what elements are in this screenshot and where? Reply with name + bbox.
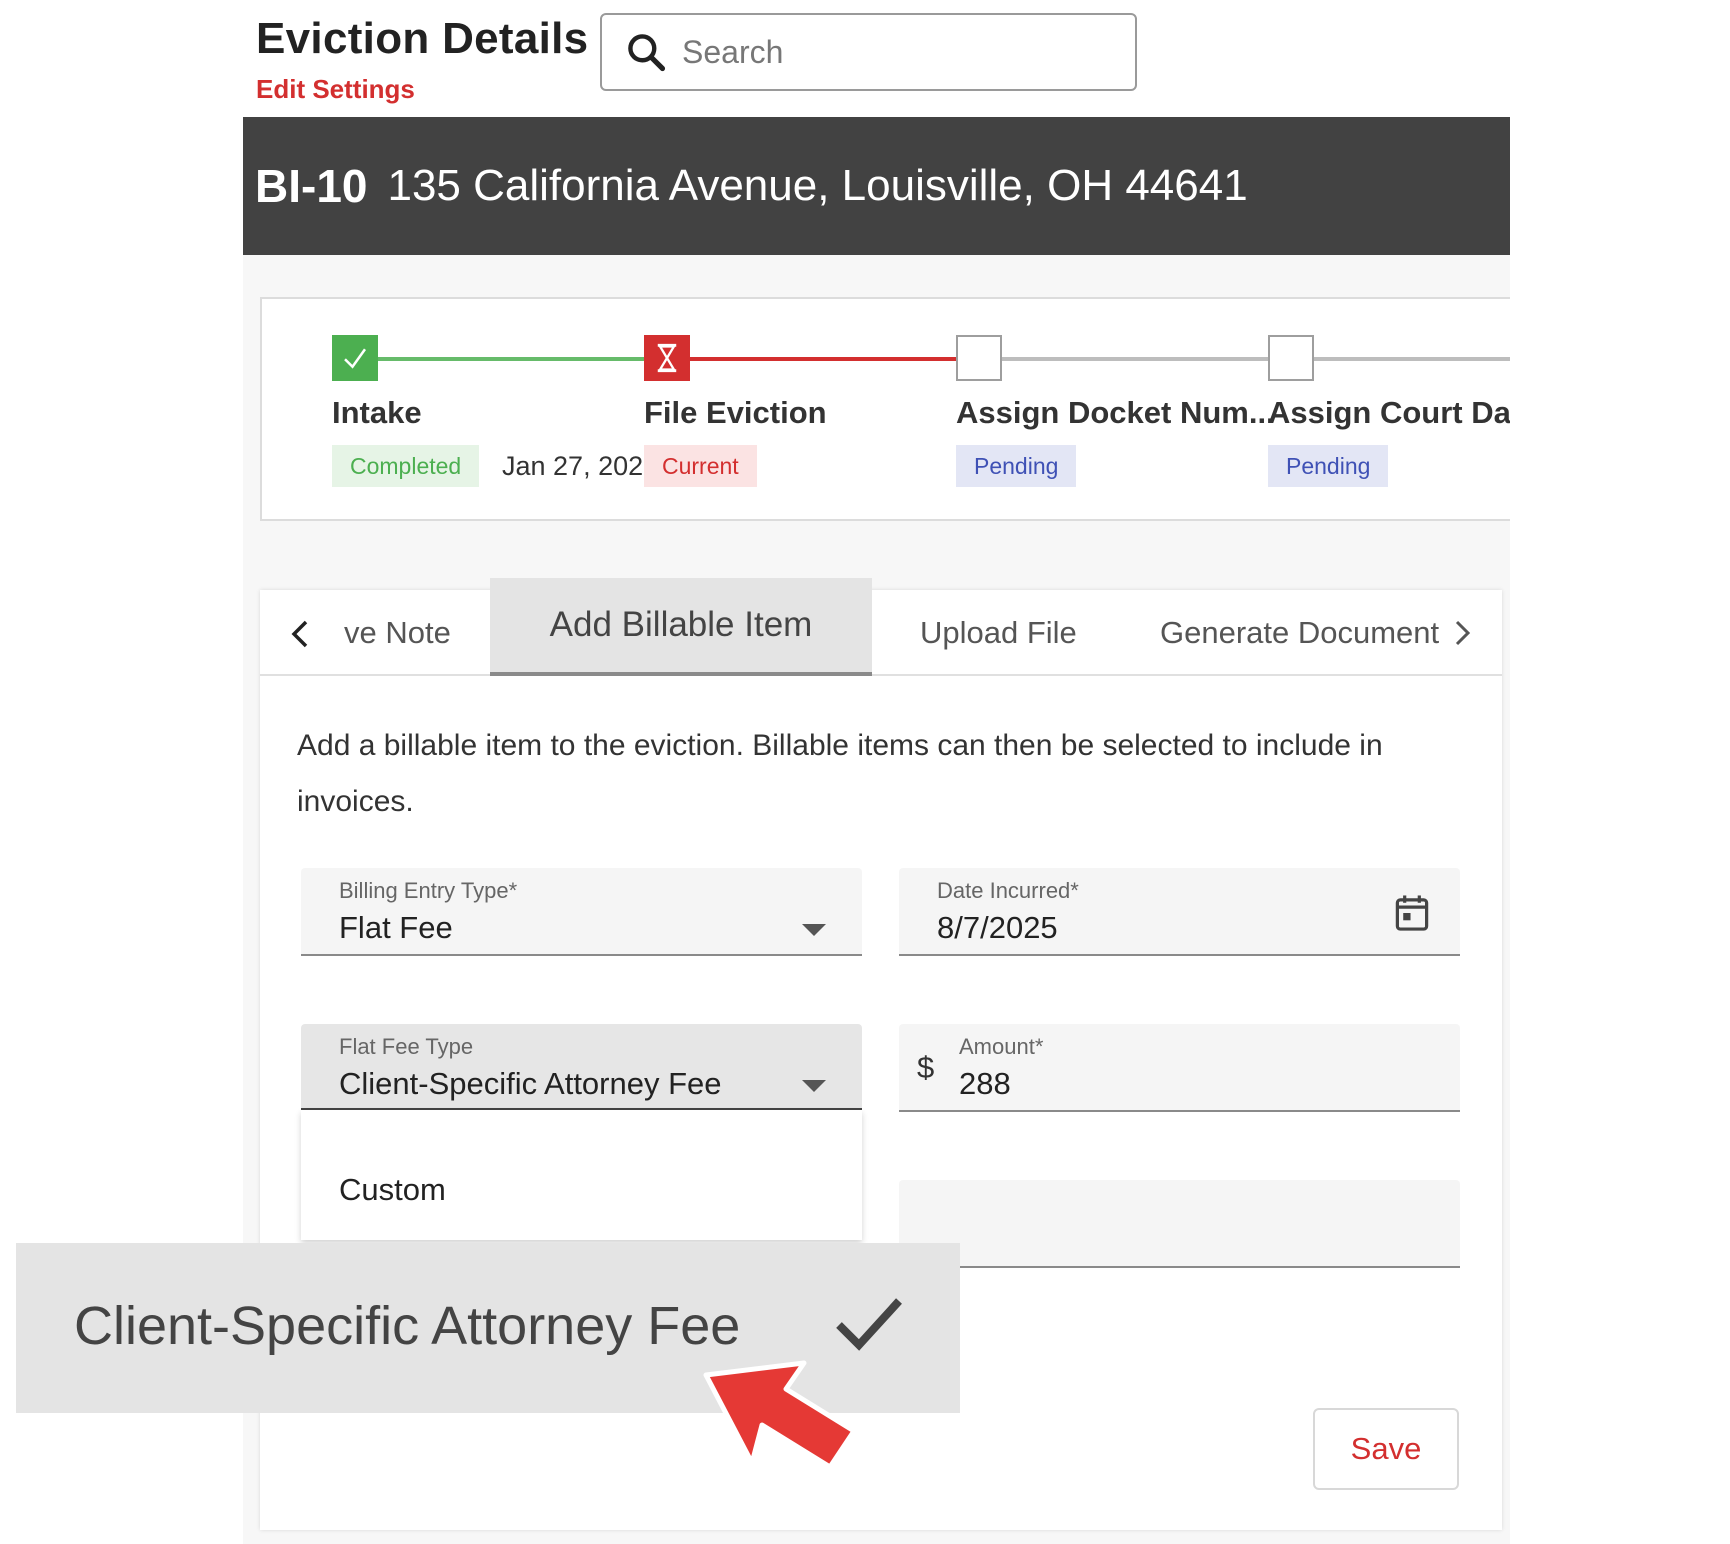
check-icon <box>344 348 367 369</box>
tab-generate-document[interactable]: Generate Document <box>1160 590 1439 676</box>
step-date-intake: Jan 27, 2025 <box>502 451 644 481</box>
status-badge-pending-2: Pending <box>1268 445 1389 487</box>
step-label-intake: Intake <box>332 395 422 430</box>
save-button[interactable]: Save <box>1313 1408 1459 1490</box>
amount-prefix: $ <box>917 1050 935 1085</box>
date-incurred-field[interactable]: Date Incurred* 8/7/2025 <box>899 868 1460 956</box>
form-intro-text: Add a billable item to the eviction. Bil… <box>297 729 1383 818</box>
caret-down-icon <box>802 924 826 936</box>
step-label-assign-court-date: Assign Court Date <box>1268 395 1510 430</box>
amount-label: Amount* <box>959 1034 1044 1059</box>
flat-fee-type-value: Client-Specific Attorney Fee <box>339 1066 722 1101</box>
step-connector-pending-2 <box>1292 357 1510 361</box>
date-incurred-value: 8/7/2025 <box>937 910 1058 945</box>
status-badge-pending: Pending <box>956 445 1077 487</box>
tab-note[interactable]: ve Note <box>344 590 451 676</box>
step-label-assign-docket: Assign Docket Num... <box>956 395 1275 430</box>
tab-upload-file[interactable]: Upload File <box>920 590 1077 676</box>
step-connector-pending <box>980 357 1292 361</box>
billing-entry-type-value: Flat Fee <box>339 910 453 945</box>
step-intake-checkbox[interactable] <box>332 335 378 381</box>
pointer-arrow-icon <box>703 1360 857 1470</box>
step-connector-completed <box>366 357 668 361</box>
dropdown-option-label: Client-Specific Attorney Fee <box>74 1296 741 1356</box>
status-badge-current: Current <box>644 445 757 487</box>
search-input[interactable] <box>682 33 1122 71</box>
dropdown-option-custom[interactable]: Custom <box>339 1172 446 1208</box>
billing-entry-type-select[interactable]: Billing Entry Type* Flat Fee <box>301 868 862 956</box>
amount-value: 288 <box>959 1066 1011 1101</box>
address-bar: BI-10 135 California Avenue, Louisville,… <box>243 117 1510 255</box>
date-incurred-label: Date Incurred* <box>937 878 1079 903</box>
search-box[interactable] <box>600 13 1137 91</box>
progress-stepper: Intake File Eviction Assign Docket Num..… <box>260 297 1510 521</box>
tab-add-billable-item[interactable]: Add Billable Item <box>490 578 872 676</box>
flat-fee-type-dropdown: Custom <box>301 1110 862 1240</box>
amount-field[interactable]: $ Amount* 288 <box>899 1024 1460 1112</box>
chevron-right-icon[interactable] <box>1452 618 1472 648</box>
step-assign-docket-box[interactable] <box>956 335 1002 381</box>
case-id: BI-10 <box>255 160 368 212</box>
chevron-left-icon[interactable] <box>288 618 312 650</box>
flat-fee-type-select[interactable]: Flat Fee Type Client-Specific Attorney F… <box>301 1024 862 1112</box>
calendar-icon[interactable] <box>1394 894 1430 932</box>
check-icon <box>836 1298 902 1351</box>
billing-entry-type-label: Billing Entry Type* <box>339 878 518 903</box>
description-field[interactable] <box>899 1180 1460 1268</box>
caret-down-icon <box>802 1080 826 1092</box>
page-title: Eviction Details <box>256 14 589 63</box>
step-connector-current <box>670 357 980 361</box>
status-badge-completed: Completed <box>332 445 480 487</box>
search-icon <box>628 34 666 72</box>
edit-settings-link[interactable]: Edit Settings <box>256 74 415 105</box>
step-file-eviction-box[interactable] <box>644 335 690 381</box>
action-tabs: ve Note Add Billable Item Upload File Ge… <box>260 578 1502 676</box>
step-assign-court-date-box[interactable] <box>1268 335 1314 381</box>
flat-fee-type-label: Flat Fee Type <box>339 1034 474 1059</box>
property-address: 135 California Avenue, Louisville, OH 44… <box>387 161 1248 210</box>
step-label-file-eviction: File Eviction <box>644 395 827 430</box>
hourglass-icon <box>657 343 677 373</box>
